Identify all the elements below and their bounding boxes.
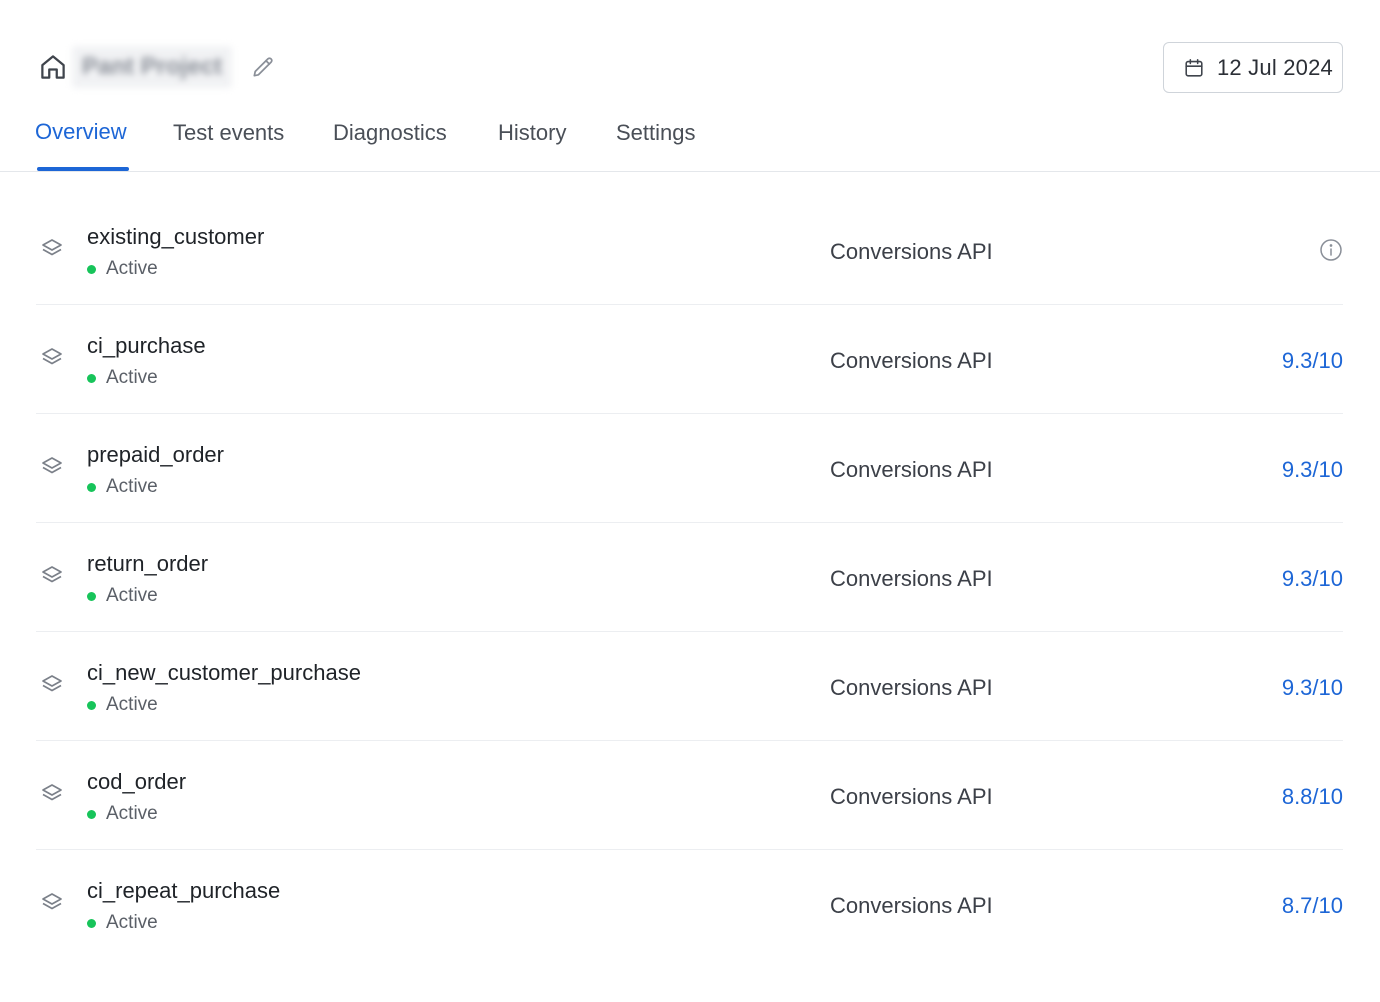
status-badge: Active [87, 585, 158, 607]
list-item[interactable]: return_order Active Conversions API 9.3/… [36, 523, 1343, 632]
event-name[interactable]: ci_new_customer_purchase [87, 660, 361, 686]
event-source: Conversions API [830, 784, 993, 809]
status-label: Active [106, 585, 158, 606]
status-dot [87, 700, 96, 710]
layers-icon [42, 457, 62, 474]
status-dot [87, 809, 96, 819]
tab-test-events[interactable]: Test events [173, 120, 284, 146]
layers-icon [42, 784, 62, 801]
status-badge: Active [87, 258, 158, 280]
event-name[interactable]: ci_purchase [87, 333, 206, 359]
layers-icon [42, 675, 62, 692]
status-label: Active [106, 803, 158, 824]
date-picker-button[interactable]: 12 Jul 2024 [1163, 42, 1343, 93]
list-item[interactable]: ci_purchase Active Conversions API 9.3/1… [36, 305, 1343, 414]
status-dot [87, 264, 96, 274]
status-label: Active [106, 367, 158, 388]
event-name[interactable]: ci_repeat_purchase [87, 878, 280, 904]
tab-overview[interactable]: Overview [35, 119, 127, 145]
status-dot [87, 918, 96, 928]
event-source: Conversions API [830, 348, 993, 373]
status-dot [87, 373, 96, 383]
event-source: Conversions API [830, 457, 993, 482]
status-label: Active [106, 476, 158, 497]
home-icon[interactable] [38, 52, 68, 82]
layers-icon [42, 239, 62, 256]
page-header: Pant Project 12 Jul 2024 Overview Test e… [0, 0, 1380, 172]
list-item[interactable]: cod_order Active Conversions API 8.8/10 [36, 741, 1343, 850]
list-item[interactable]: ci_new_customer_purchase Active Conversi… [36, 632, 1343, 741]
event-source: Conversions API [830, 566, 993, 591]
active-tab-indicator [37, 167, 129, 171]
date-label: 12 Jul 2024 [1217, 54, 1333, 80]
list-item[interactable]: existing_customer Active Conversions API [36, 196, 1343, 305]
status-dot [87, 591, 96, 601]
status-dot [87, 482, 96, 492]
quality-score-link[interactable]: 8.8/10 [1282, 784, 1343, 810]
quality-score-link[interactable]: 8.7/10 [1282, 893, 1343, 919]
layers-icon [42, 893, 62, 910]
layers-icon [42, 566, 62, 583]
status-badge: Active [87, 912, 158, 934]
event-name[interactable]: cod_order [87, 769, 186, 795]
quality-score-link[interactable]: 9.3/10 [1282, 457, 1343, 483]
status-badge: Active [87, 367, 158, 389]
list-item[interactable]: ci_repeat_purchase Active Conversions AP… [36, 850, 1343, 959]
pencil-icon[interactable] [250, 54, 276, 80]
list-item[interactable]: prepaid_order Active Conversions API 9.3… [36, 414, 1343, 523]
event-source: Conversions API [830, 893, 993, 918]
quality-score-link[interactable]: 9.3/10 [1282, 348, 1343, 374]
event-source: Conversions API [830, 239, 993, 264]
status-label: Active [106, 912, 158, 933]
project-name[interactable]: Pant Project [72, 46, 233, 88]
tab-diagnostics[interactable]: Diagnostics [333, 120, 447, 146]
event-name[interactable]: prepaid_order [87, 442, 224, 468]
tab-history[interactable]: History [498, 120, 566, 146]
tab-settings[interactable]: Settings [616, 120, 696, 146]
status-label: Active [106, 258, 158, 279]
status-label: Active [106, 694, 158, 715]
event-source: Conversions API [830, 675, 993, 700]
event-list: existing_customer Active Conversions API… [36, 196, 1343, 959]
event-name[interactable]: return_order [87, 551, 208, 577]
calendar-icon [1185, 58, 1203, 77]
layers-icon [42, 348, 62, 365]
quality-score-link[interactable]: 9.3/10 [1282, 675, 1343, 701]
status-badge: Active [87, 694, 158, 716]
status-badge: Active [87, 476, 158, 498]
status-badge: Active [87, 803, 158, 825]
tab-bar: Overview Test events Diagnostics History… [0, 110, 760, 172]
quality-score-link[interactable]: 9.3/10 [1282, 566, 1343, 592]
info-icon[interactable] [1319, 238, 1343, 262]
event-name[interactable]: existing_customer [87, 224, 264, 250]
